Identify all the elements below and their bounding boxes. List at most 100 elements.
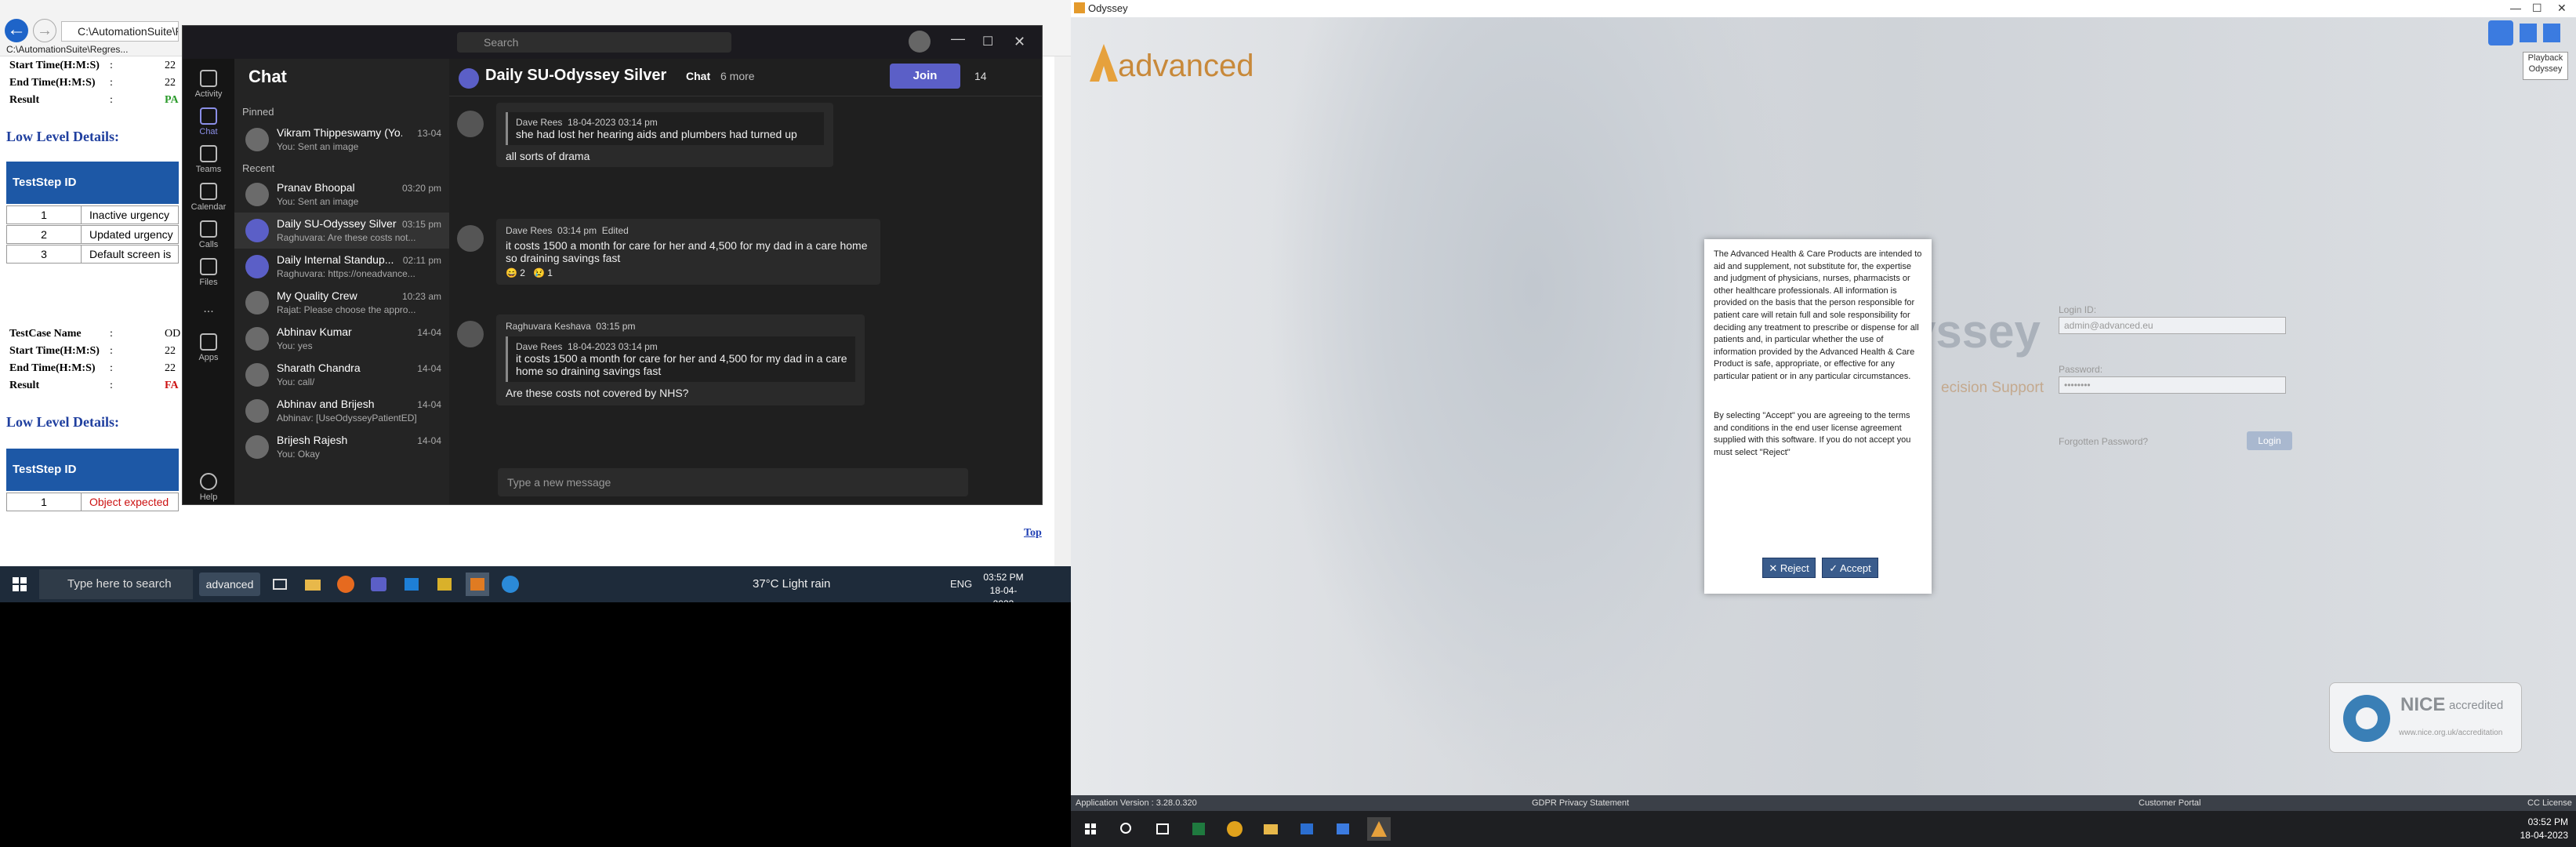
tab-more[interactable]: 6 more [720,70,755,82]
attach-icon[interactable]: ⎘ [531,504,550,505]
priority-icon[interactable]: ! [517,504,531,505]
accept-button[interactable]: ✓ Accept [1822,558,1878,578]
rail-calendar[interactable]: Calendar [183,183,234,212]
chat-list-title[interactable]: Chat [249,67,287,87]
gdpr-link[interactable]: GDPR Privacy Statement [1532,795,1629,811]
clock[interactable]: 03:52 PM 18-04-2023 [980,571,1027,602]
chat-item-selected[interactable]: Daily SU-Odyssey Silver Raghuvara: Are t… [234,213,449,249]
rail-chat[interactable]: Chat [183,107,234,136]
rail-more[interactable]: ... [183,302,234,316]
license-link[interactable]: CC License [2527,795,2572,811]
calendar-icon [200,183,217,200]
rail-activity[interactable]: Activity [183,70,234,99]
windows-start-icon[interactable] [1079,817,1102,841]
password-field[interactable]: •••••••• [2059,376,2286,394]
playback-controls [2488,20,2570,45]
eula-disclaimer: The Advanced Health & Care Products are … [1714,249,1922,381]
customer-portal-link[interactable]: Customer Portal [2139,795,2200,811]
app-icon[interactable] [433,573,456,596]
login-id-field[interactable]: admin@advanced.eu [2059,317,2286,334]
gif-icon[interactable]: ▣ [593,504,614,505]
windows-start-icon[interactable] [8,573,31,596]
login-button[interactable]: Login [2247,431,2292,450]
address-bar[interactable]: C:\AutomationSuite\Regres... [61,21,179,42]
join-button[interactable]: Join [890,64,960,89]
language-indicator[interactable]: ENG [950,566,972,602]
edge-icon[interactable] [499,573,522,596]
firefox-icon[interactable] [334,573,357,596]
reaction-laugh[interactable]: 😄 2 [506,267,525,278]
maximize-icon[interactable]: ☐ [982,34,993,49]
chrome-icon[interactable] [1223,817,1246,841]
reaction-sad[interactable]: 😢 1 [533,267,553,278]
pinned-section-label[interactable]: Pinned [242,106,274,118]
close-icon[interactable]: ✕ [2557,2,2567,15]
more-icon[interactable]: ⋯ [676,504,698,505]
taskbar-advanced[interactable]: advanced [199,573,260,596]
loop-icon[interactable]: ◎ [550,504,571,505]
chat-item[interactable]: Daily Internal Standup... Raghuvara: htt… [234,249,449,285]
excel-icon[interactable] [1187,817,1210,841]
chat-item[interactable]: Abhinav Kumar You: yes 14-04 [234,321,449,357]
chat-item[interactable]: Pranav Bhoopal You: Sent an image 03:20 … [234,176,449,213]
back-button[interactable]: ← [5,19,28,42]
forgot-password-link[interactable]: Forgotten Password? [2059,436,2148,447]
chat-item[interactable]: Abhinav and Brijesh Abhinav: [UseOdyssey… [234,393,449,429]
message[interactable]: Raghuvara Keshava 03:15 pm Dave Rees 18-… [496,314,865,405]
browser-tab[interactable]: C:\AutomationSuite\Regres... [6,44,187,56]
minimize-icon[interactable]: — [951,31,965,47]
vertical-scrollbar[interactable] [1054,56,1071,566]
chat-preview: You: Sent an image [277,196,359,207]
compose-input[interactable]: Type a new message [498,468,968,496]
task-view-icon[interactable] [268,573,292,596]
send-icon[interactable]: ➤ [942,503,953,504]
odyssey-taskbar-icon[interactable] [1367,817,1391,841]
meet-icon[interactable]: ▷ [636,504,655,505]
message[interactable]: Dave Rees 03:14 pm Edited it costs 1500 … [496,219,880,285]
forward-button[interactable]: → [33,19,56,42]
chat-item[interactable]: Vikram Thippeswamy (Yo... You: Sent an i… [234,122,449,158]
search-icon[interactable] [1115,817,1138,841]
pause-icon[interactable] [2520,24,2537,42]
recent-section-label[interactable]: Recent [242,162,274,174]
avatar [245,327,269,351]
app-icon[interactable] [1295,817,1319,841]
top-link[interactable]: Top [1024,527,1042,540]
reject-button[interactable]: ✕ Reject [1762,558,1816,578]
chat-item[interactable]: My Quality Crew Rajat: Please choose the… [234,285,449,321]
avatar[interactable] [909,31,931,53]
rail-help[interactable]: Help [183,473,234,502]
app-icon[interactable] [1331,817,1355,841]
close-icon[interactable]: ✕ [1014,34,1025,50]
rail-files[interactable]: Files [183,258,234,287]
conversation-title[interactable]: Daily SU-Odyssey Silver [485,67,666,85]
file-explorer-icon[interactable] [1259,817,1283,841]
clock[interactable]: 03:52 PM 18-04-2023 [2520,816,2568,842]
chat-time: 14-04 [417,435,441,446]
file-explorer-icon[interactable] [301,573,325,596]
rail-calls[interactable]: Calls [183,220,234,249]
rail-apps[interactable]: Apps [183,333,234,362]
weather-widget[interactable]: 37°C Light rain [753,566,830,602]
rail-teams[interactable]: Teams [183,145,234,174]
app-icon[interactable] [400,573,423,596]
stop-icon[interactable] [2543,24,2560,42]
maximize-icon[interactable]: ☐ [2532,2,2542,15]
outlook-icon[interactable] [466,573,489,596]
sticker-icon[interactable]: ▢ [615,504,636,505]
participants-count[interactable]: 14 [974,70,987,82]
chat-item[interactable]: Brijesh Rajesh You: Okay 14-04 [234,429,449,465]
tab-chat[interactable]: Chat [686,70,710,82]
message[interactable]: Dave Rees 18-04-2023 03:14 pm she had lo… [496,103,833,167]
playback-app-icon[interactable] [2488,20,2513,45]
message-text: Are these costs not covered by NHS? [506,387,689,399]
praise-icon[interactable]: ♡ [655,504,677,505]
emoji-icon[interactable]: ☺ [571,504,593,505]
format-icon[interactable]: ✎ [496,504,517,505]
taskbar-search[interactable]: Type here to search [39,569,193,599]
teams-search-input[interactable]: Search [457,32,731,53]
chat-item[interactable]: Sharath Chandra You: call/ 14-04 [234,357,449,393]
teams-icon[interactable] [367,573,390,596]
task-view-icon[interactable] [1151,817,1174,841]
minimize-icon[interactable]: — [2510,2,2521,14]
